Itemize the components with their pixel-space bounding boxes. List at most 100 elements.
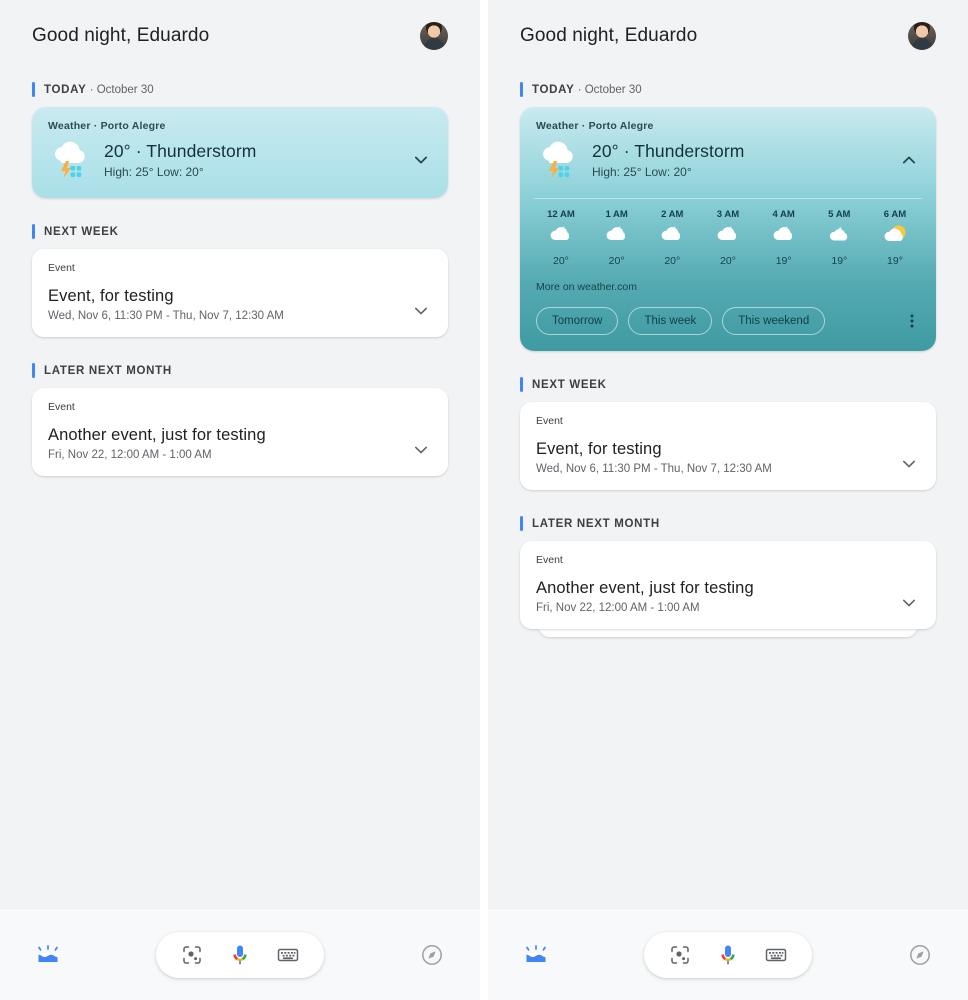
event-card-next-week[interactable]: Event Event, for testing Wed, Nov 6, 11:… — [32, 249, 448, 337]
chevron-down-icon[interactable] — [898, 453, 920, 475]
event-datetime: Fri, Nov 22, 12:00 AM - 1:00 AM — [536, 602, 700, 614]
hourly-forecast-item: 3 AM 20° — [703, 209, 753, 267]
weather-card-label: Weather · Porto Alegre — [536, 120, 654, 132]
discover-feed-right: Good night, Eduardo TODAY · October 30 W… — [488, 0, 968, 908]
chip-this-week[interactable]: This week — [628, 307, 713, 335]
chip-this-weekend[interactable]: This weekend — [722, 307, 826, 335]
hour-time: 3 AM — [716, 209, 740, 220]
event-stack-later-next-month: Event Another event, just for testing Fr… — [520, 541, 936, 637]
section-title-next-week: NEXT WEEK — [44, 225, 119, 238]
event-title: Event, for testing — [48, 287, 174, 305]
section-title-today: TODAY · October 30 — [44, 83, 154, 96]
compass-icon[interactable] — [420, 943, 444, 967]
hour-temperature: 20° — [553, 255, 569, 267]
hourly-forecast-item: 12 AM 20° — [536, 209, 586, 267]
hour-time: 12 AM — [547, 209, 575, 220]
weather-card-main-row: 20° · Thunderstorm High: 25° Low: 20° — [520, 132, 936, 198]
weather-temperature-condition: 20° · Thunderstorm — [592, 141, 745, 161]
page-title: Good night, Eduardo — [520, 25, 698, 46]
event-stack-next-week: Event Event, for testing Wed, Nov 6, 11:… — [32, 249, 448, 337]
chevron-down-icon[interactable] — [898, 592, 920, 614]
search-actions-slot — [584, 931, 872, 978]
weather-card-expanded[interactable]: Weather · Porto Alegre 20° · Thunderstor… — [520, 107, 936, 351]
weather-card-collapsed[interactable]: Weather · Porto Alegre 20° · Thunderstor… — [32, 107, 448, 198]
event-datetime: Wed, Nov 6, 11:30 PM - Thu, Nov 7, 12:30… — [536, 463, 772, 475]
event-body: Event Event, for testing Wed, Nov 6, 11:… — [48, 262, 402, 322]
hourly-forecast-item: 1 AM 20° — [592, 209, 642, 267]
hourly-forecast-item: 6 AM 19° — [870, 209, 920, 267]
cloudy-night-icon — [546, 226, 576, 254]
thunderstorm-icon — [536, 138, 580, 182]
weather-texts: 20° · Thunderstorm High: 25° Low: 20° — [592, 141, 886, 179]
more-on-weather-link[interactable]: More on weather.com — [520, 271, 936, 297]
collections-slot — [488, 943, 584, 967]
dual-screenshot-container: Good night, Eduardo TODAY · October 30 W… — [0, 0, 968, 1000]
section-marker-bar — [520, 377, 523, 392]
chip-tomorrow[interactable]: Tomorrow — [536, 307, 619, 335]
weather-chips-row: Tomorrow This week This weekend — [520, 297, 936, 351]
discover-slot — [872, 943, 968, 967]
section-marker-bar — [520, 82, 523, 97]
feed-header-left: Good night, Eduardo — [32, 0, 448, 56]
chevron-down-icon[interactable] — [410, 149, 432, 171]
chevron-down-icon[interactable] — [410, 300, 432, 322]
section-marker-bar — [520, 516, 523, 531]
weather-high-low: High: 25° Low: 20° — [592, 165, 692, 179]
event-kind-label: Event — [536, 554, 563, 566]
event-card-next-week[interactable]: Event Event, for testing Wed, Nov 6, 11:… — [520, 402, 936, 490]
section-title-later-next-month: LATER NEXT MONTH — [44, 364, 172, 377]
kebab-menu-icon[interactable] — [904, 311, 920, 331]
event-card-later-next-month[interactable]: Event Another event, just for testing Fr… — [520, 541, 936, 629]
weather-card-main-row: 20° · Thunderstorm High: 25° Low: 20° — [32, 132, 448, 198]
event-kind-label: Event — [48, 262, 75, 274]
section-header-next-week: NEXT WEEK — [520, 377, 936, 392]
hour-temperature: 19° — [831, 255, 848, 267]
event-body: Event Another event, just for testing Fr… — [536, 554, 890, 614]
hourly-forecast-item: 4 AM 19° — [759, 209, 809, 267]
chevron-up-icon[interactable] — [898, 149, 920, 171]
event-datetime: Wed, Nov 6, 11:30 PM - Thu, Nov 7, 12:30… — [48, 310, 284, 322]
hour-time: 2 AM — [661, 209, 684, 220]
discover-feed-left: Good night, Eduardo TODAY · October 30 W… — [0, 0, 480, 908]
search-action-pill — [644, 931, 812, 978]
hour-time: 1 AM — [605, 209, 628, 220]
keyboard-icon[interactable] — [764, 943, 788, 967]
section-title-next-week: NEXT WEEK — [532, 378, 607, 391]
compass-icon[interactable] — [908, 943, 932, 967]
event-datetime: Fri, Nov 22, 12:00 AM - 1:00 AM — [48, 449, 212, 461]
google-lens-icon[interactable] — [180, 943, 204, 967]
google-microphone-icon[interactable] — [716, 943, 740, 967]
collections-crown-icon[interactable] — [523, 943, 549, 967]
event-title: Another event, just for testing — [536, 579, 754, 597]
google-lens-icon[interactable] — [668, 943, 692, 967]
cloudy-night-icon — [713, 226, 743, 254]
partly-sunny-icon — [880, 225, 910, 254]
event-card-later-next-month[interactable]: Event Another event, just for testing Fr… — [32, 388, 448, 476]
bottom-navigation-bar — [0, 908, 480, 1000]
hourly-forecast-item: 2 AM 20° — [647, 209, 697, 267]
cloudy-night-icon — [657, 226, 687, 254]
section-title-later-next-month: LATER NEXT MONTH — [532, 517, 660, 530]
hourly-forecast-list: 12 AM 20° 1 AM 20° 2 AM 20° 3 AM 20° 4 A… — [534, 199, 922, 271]
collections-crown-icon[interactable] — [35, 943, 61, 967]
event-body: Event Event, for testing Wed, Nov 6, 11:… — [536, 415, 890, 475]
section-header-next-week: NEXT WEEK — [32, 224, 448, 239]
weather-card-label: Weather · Porto Alegre — [48, 120, 166, 132]
event-kind-label: Event — [48, 401, 75, 413]
search-action-pill — [156, 931, 324, 978]
event-kind-label: Event — [536, 415, 563, 427]
hour-time: 4 AM — [772, 209, 795, 220]
avatar[interactable] — [420, 22, 448, 50]
avatar[interactable] — [908, 22, 936, 50]
chevron-down-icon[interactable] — [410, 439, 432, 461]
section-marker-bar — [32, 82, 35, 97]
weather-high-low: High: 25° Low: 20° — [104, 165, 204, 179]
hour-time: 6 AM — [883, 209, 907, 220]
thunderstorm-icon — [48, 138, 92, 182]
event-body: Event Another event, just for testing Fr… — [48, 401, 402, 461]
google-microphone-icon[interactable] — [228, 943, 252, 967]
keyboard-icon[interactable] — [276, 943, 300, 967]
section-header-later-next-month: LATER NEXT MONTH — [32, 363, 448, 378]
hour-temperature: 20° — [664, 255, 681, 267]
hour-temperature: 19° — [887, 255, 903, 267]
